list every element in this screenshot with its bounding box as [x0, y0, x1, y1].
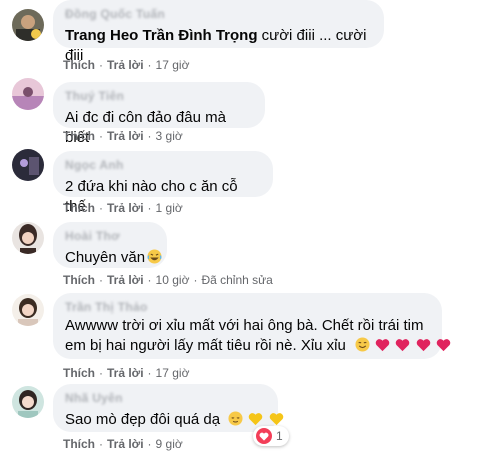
comment-bubble: Thuý Tiên Ai đc đi côn đảo đâu mà biết: [53, 82, 265, 146]
comment-author[interactable]: Thuý Tiên: [65, 89, 253, 103]
like-button[interactable]: Thích: [63, 273, 95, 287]
comment-bubble: Ngọc Anh 2 đứa khi nào cho c ăn cỗ thế: [53, 151, 273, 215]
comment-actions: Thích · Trả lời · 3 giờ: [63, 129, 183, 143]
comment-bubble: Trần Thị Thảo Awwww trời ơi xỉu mất với …: [53, 293, 450, 359]
heart-reaction-icon: [256, 428, 272, 444]
comment-time[interactable]: 10 giờ: [156, 273, 190, 287]
comment-bubble: Đồng Quốc Tuấn Trang Heo Trần Đình Trọng…: [53, 0, 384, 64]
comment-text: Awwww trời ơi xỉu mất với hai ông bà. Ch…: [65, 316, 450, 356]
comment-time[interactable]: 1 giờ: [156, 201, 183, 215]
like-button[interactable]: Thích: [63, 366, 95, 380]
comment-time[interactable]: 17 giờ: [156, 58, 190, 72]
avatar[interactable]: [12, 294, 44, 326]
comment-bubble: Hoài Thơ Chuyên văn: [53, 222, 167, 268]
laughing-emoji-icon: [147, 249, 162, 264]
reaction-number: 1: [276, 429, 283, 443]
comment-author[interactable]: Ngọc Anh: [65, 158, 261, 172]
comment-time[interactable]: 3 giờ: [156, 129, 183, 143]
comment-actions: Thích · Trả lời · 1 giờ: [63, 201, 183, 215]
avatar[interactable]: [12, 386, 44, 418]
smiling-emoji-icon: [355, 337, 370, 352]
comment-time[interactable]: 9 giờ: [156, 437, 183, 451]
comment-actions: Thích · Trả lời · 10 giờ · Đã chỉnh sửa: [63, 273, 273, 287]
comment-actions: Thích · Trả lời · 17 giờ: [63, 58, 190, 72]
like-button[interactable]: Thích: [63, 58, 95, 72]
like-button[interactable]: Thích: [63, 129, 95, 143]
tagged-user[interactable]: Trang Heo Trần Đình Trọng: [65, 27, 258, 44]
avatar[interactable]: [12, 149, 44, 181]
red-heart-icon: [375, 339, 390, 352]
red-heart-icon: [416, 339, 430, 352]
yellow-heart-icon: [269, 413, 283, 426]
comment-author[interactable]: Hoài Thơ: [65, 229, 155, 243]
like-button[interactable]: Thích: [63, 437, 95, 451]
reply-button[interactable]: Trả lời: [107, 129, 144, 143]
reply-button[interactable]: Trả lời: [107, 273, 144, 287]
comment-bubble: Nhã Uyên Sao mò đẹp đôi quá dạ: [53, 384, 283, 432]
reply-button[interactable]: Trả lời: [107, 58, 144, 72]
comment-actions: Thích · Trả lời · 9 giờ: [63, 437, 183, 451]
edited-label[interactable]: Đã chỉnh sửa: [201, 273, 272, 287]
avatar[interactable]: [12, 222, 44, 254]
red-heart-icon: [436, 339, 450, 352]
like-button[interactable]: Thích: [63, 201, 95, 215]
avatar[interactable]: [12, 78, 44, 110]
comment-author[interactable]: Trần Thị Thảo: [65, 300, 430, 314]
comment-author[interactable]: Nhã Uyên: [65, 391, 266, 405]
reply-button[interactable]: Trả lời: [107, 201, 144, 215]
reply-button[interactable]: Trả lời: [107, 366, 144, 380]
reply-button[interactable]: Trả lời: [107, 437, 144, 451]
relieved-emoji-icon: [228, 411, 243, 426]
comment-text: Sao mò đẹp đôi quá dạ: [65, 410, 283, 430]
comment-actions: Thích · Trả lời · 17 giờ: [63, 366, 190, 380]
comment-text: Chuyên văn: [65, 248, 162, 268]
avatar[interactable]: [12, 9, 44, 41]
comment-time[interactable]: 17 giờ: [156, 366, 190, 380]
red-heart-icon: [396, 339, 410, 352]
yellow-heart-icon: [249, 413, 263, 426]
reaction-count[interactable]: 1: [253, 426, 289, 446]
comment-author[interactable]: Đồng Quốc Tuấn: [65, 7, 372, 21]
